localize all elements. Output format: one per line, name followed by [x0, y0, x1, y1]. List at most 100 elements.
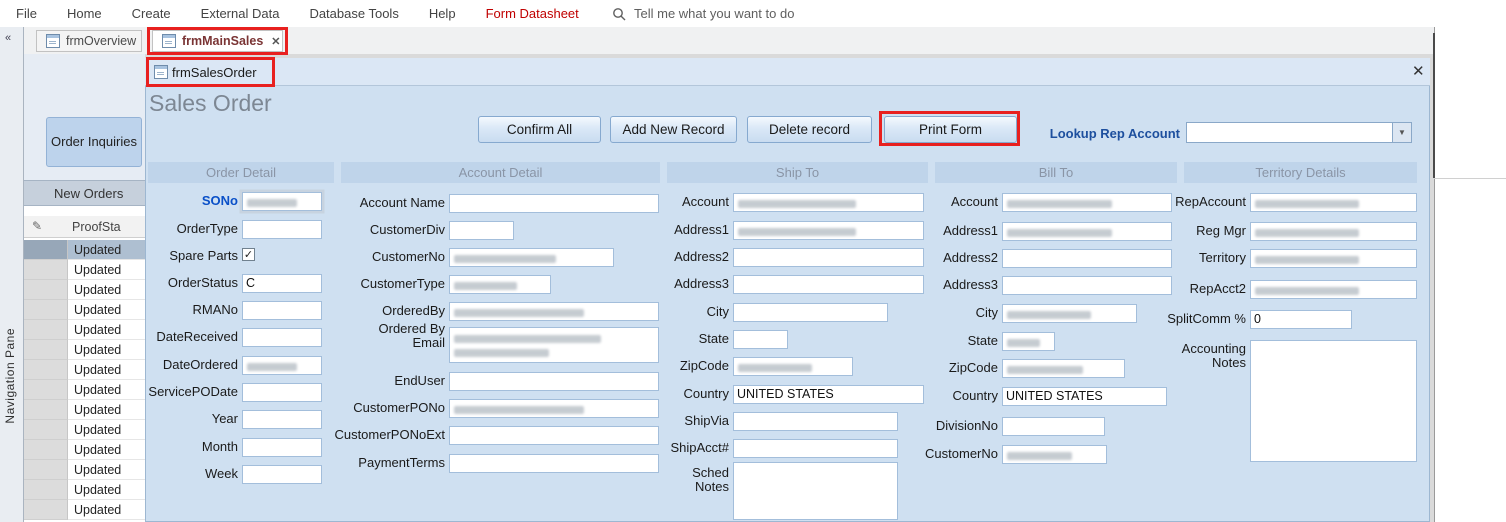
row-selector[interactable]: [24, 420, 68, 440]
field-customerno[interactable]: [1002, 445, 1107, 464]
field-state[interactable]: [733, 330, 788, 349]
field-divisionno[interactable]: [1002, 417, 1105, 436]
row-selector[interactable]: [24, 400, 68, 420]
chevron-down-icon[interactable]: ▼: [1392, 123, 1411, 142]
field-country[interactable]: UNITED STATES: [1002, 387, 1167, 406]
section-header-territory-details: Territory Details: [1184, 162, 1417, 183]
redacted-value: [454, 282, 517, 290]
field-label-customerno: CustomerNo: [372, 249, 445, 264]
field-label-address3: Address3: [943, 277, 998, 292]
row-selector[interactable]: [24, 340, 68, 360]
row-selector[interactable]: [24, 300, 68, 320]
field-label-divisionno: DivisionNo: [935, 418, 998, 433]
field-ordertype[interactable]: [242, 220, 322, 239]
list-item[interactable]: Updated: [68, 480, 145, 500]
row-selector[interactable]: [24, 260, 68, 280]
field-datereceived[interactable]: [242, 328, 322, 347]
row-selector[interactable]: [24, 320, 68, 340]
field-accounting-notes-textarea[interactable]: [1250, 340, 1417, 462]
field-label-repacct2: RepAcct2: [1189, 281, 1246, 296]
field-rmano[interactable]: [242, 301, 322, 320]
redacted-value: [1255, 256, 1359, 264]
row-selector[interactable]: [24, 380, 68, 400]
ribbon-tab-database-tools[interactable]: Database Tools: [309, 6, 398, 21]
tell-me-search[interactable]: Tell me what you want to do: [612, 0, 794, 27]
field-label-address3: Address3: [674, 276, 729, 291]
field-label-state: State: [967, 333, 998, 348]
row-selector[interactable]: [24, 460, 68, 480]
right-side-panel: [1434, 27, 1506, 522]
field-label-account-name: Account Name: [359, 195, 445, 210]
field-paymentterms[interactable]: [449, 454, 659, 473]
field-sched-notes-textarea[interactable]: [733, 462, 898, 520]
field-label-shipvia: ShipVia: [684, 413, 729, 428]
page-title: Sales Order: [149, 90, 272, 116]
redacted-value: [738, 228, 856, 236]
row-selector[interactable]: [24, 280, 68, 300]
field-label-month: Month: [201, 439, 238, 454]
field-label-city: City: [706, 304, 729, 319]
delete-record-button[interactable]: Delete record: [747, 116, 872, 143]
section-header-ship-to: Ship To: [667, 162, 928, 183]
field-zipcode[interactable]: [1002, 359, 1125, 378]
field-label-zipcode: ZipCode: [679, 358, 729, 373]
row-selector[interactable]: [24, 360, 68, 380]
search-icon: [612, 7, 626, 21]
spare-parts-checkbox[interactable]: ✓: [242, 248, 255, 261]
field-label-reg-mgr: Reg Mgr: [1196, 223, 1246, 238]
field-servicepodate[interactable]: [242, 383, 322, 402]
field-year[interactable]: [242, 410, 322, 429]
confirm-all-button[interactable]: Confirm All: [478, 116, 601, 143]
close-icon[interactable]: ✕: [1412, 62, 1425, 80]
field-repacct2[interactable]: [1250, 280, 1417, 299]
lookup-rep-account-combobox[interactable]: ▼: [1186, 122, 1412, 143]
field-reg-mgr[interactable]: [1250, 222, 1417, 241]
print-form-button[interactable]: Print Form: [884, 116, 1017, 143]
ribbon-tab-home[interactable]: Home: [67, 6, 102, 21]
field-label-orderedby: OrderedBy: [382, 303, 445, 318]
order-inquiries-button[interactable]: Order Inquiries: [46, 117, 142, 167]
divider-line: [1434, 178, 1506, 179]
redacted-value: [1007, 311, 1091, 319]
field-state[interactable]: [1002, 332, 1055, 351]
ribbon-tab-create[interactable]: Create: [132, 6, 171, 21]
document-tab-frmoverview[interactable]: frmOverview: [36, 30, 142, 52]
field-territory[interactable]: [1250, 249, 1417, 268]
field-city[interactable]: [733, 303, 888, 322]
field-label-orderstatus: OrderStatus: [167, 275, 238, 290]
field-label-sono: SONo: [201, 193, 238, 208]
redacted-value: [454, 309, 584, 317]
field-month[interactable]: [242, 438, 322, 457]
list-item[interactable]: Updated: [68, 500, 145, 520]
field-repaccount[interactable]: [1250, 193, 1417, 212]
field-label-account: Account: [951, 194, 998, 209]
navigation-pane-label: Navigation Pane: [3, 328, 17, 424]
add-new-record-button[interactable]: Add New Record: [610, 116, 737, 143]
navigation-pane-collapsed[interactable]: [0, 27, 24, 522]
field-splitcomm[interactable]: 0: [1250, 310, 1352, 329]
field-zipcode[interactable]: [733, 357, 853, 376]
document-tab-label: frmOverview: [66, 34, 137, 48]
field-orderstatus[interactable]: C: [242, 274, 322, 293]
field-label-city: City: [975, 305, 998, 320]
row-selector[interactable]: [24, 240, 68, 260]
field-sono[interactable]: [242, 192, 322, 211]
ribbon-tab-file[interactable]: File: [16, 6, 37, 21]
row-selector[interactable]: [24, 440, 68, 460]
ribbon-tab-form-datasheet[interactable]: Form Datasheet: [486, 6, 579, 21]
nav-pane-collapse-icon[interactable]: «: [5, 32, 11, 44]
field-customerno[interactable]: [449, 248, 614, 267]
close-icon[interactable]: ✕: [271, 35, 280, 48]
redacted-value: [1007, 200, 1112, 208]
field-customerdiv[interactable]: [449, 221, 514, 240]
section-header-order-detail: Order Detail: [148, 162, 334, 183]
field-label-week: Week: [205, 466, 238, 481]
ribbon-tab-help[interactable]: Help: [429, 6, 456, 21]
document-tab-frmmainsales[interactable]: frmMainSales ✕: [152, 30, 283, 52]
ribbon-tab-external-data[interactable]: External Data: [201, 6, 280, 21]
field-dateordered[interactable]: [242, 356, 322, 375]
field-customertype[interactable]: [449, 275, 551, 294]
row-selector[interactable]: [24, 500, 68, 520]
row-selector[interactable]: [24, 480, 68, 500]
field-week[interactable]: [242, 465, 322, 484]
